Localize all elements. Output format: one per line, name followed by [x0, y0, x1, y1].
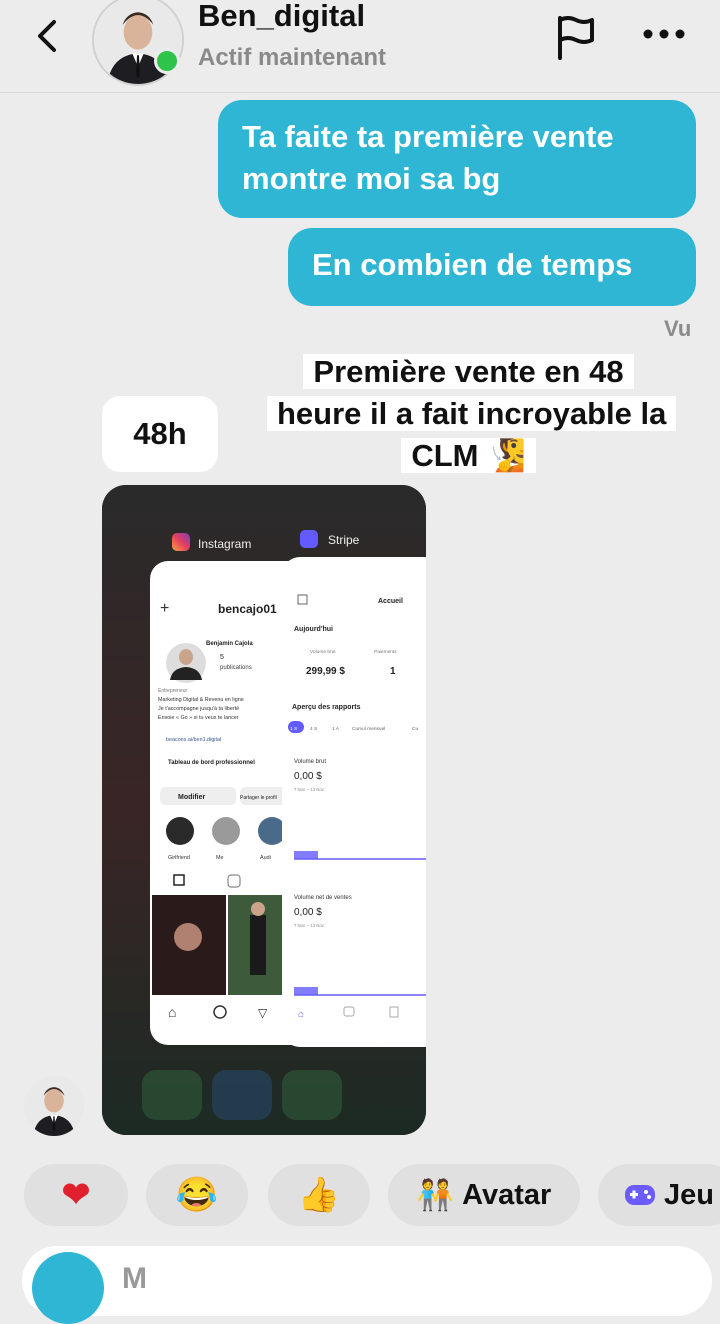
camera-icon[interactable] [32, 1252, 104, 1324]
received-image[interactable]: Instagram Stripe + bencajo01 Benjamin Ca… [102, 485, 426, 1135]
stripe-payments-value: 1 [390, 666, 396, 677]
ig-bio-line: Je t'accompagne jusqu'à ta liberté [158, 706, 239, 712]
stripe-reports-title: Aperçu des rapports [292, 704, 361, 711]
games-label: Jeu [664, 1178, 714, 1211]
ig-dashboard: Tableau de bord professionnel [168, 760, 255, 766]
instagram-app-label: Instagram [198, 537, 251, 551]
ig-highlight [166, 817, 194, 845]
svg-text:Cumul mensuel: Cumul mensuel [352, 726, 385, 732]
stripe-app-icon [300, 530, 318, 548]
svg-text:▽: ▽ [258, 1006, 268, 1020]
sent-message[interactable]: Ta faite ta première vente montre moi sa… [218, 100, 696, 218]
svg-text:Modifier: Modifier [178, 794, 205, 801]
back-arrow-icon[interactable] [28, 14, 68, 58]
quick-reply-games[interactable]: Jeu [598, 1164, 720, 1226]
ig-highlight [258, 817, 286, 845]
quick-reply-avatar[interactable]: 🧑‍🤝‍🧑 Avatar [388, 1164, 580, 1226]
ig-posts: 5 [220, 654, 224, 661]
svg-text:7 Nov. – 13 Nov.: 7 Nov. – 13 Nov. [294, 923, 325, 928]
sent-message[interactable]: En combien de temps [288, 228, 696, 306]
heart-icon: ❤ [61, 1176, 91, 1214]
quick-reply-laugh[interactable]: 😂 [146, 1164, 248, 1226]
ig-bio-line: Marketing Digital & Revenu en ligne [158, 697, 244, 703]
stripe-net-label: Volume net de ventes [294, 895, 352, 901]
online-status-dot [154, 48, 180, 74]
message-input[interactable]: M [122, 1262, 147, 1296]
more-options-icon[interactable] [640, 22, 688, 46]
flag-icon[interactable] [552, 12, 600, 62]
stripe-gross-value: 299,99 $ [306, 666, 345, 677]
svg-text:1 S: 1 S [290, 726, 297, 732]
svg-text:4 S: 4 S [310, 726, 317, 732]
quick-reply-thumbs-up[interactable]: 👍 [268, 1164, 370, 1226]
stripe-brut-label: Volume brut [294, 759, 326, 765]
instagram-app-icon [172, 533, 190, 551]
svg-text:1 A: 1 A [332, 726, 340, 732]
ig-bio-line: Entrepreneur [158, 688, 188, 694]
ig-username: bencajo01 [218, 602, 277, 616]
avatar-emoji-icon: 🧑‍🤝‍🧑 [416, 1178, 455, 1212]
stripe-gross-label: Volume brut [310, 649, 336, 655]
thumbs-up-icon: 👍 [297, 1176, 341, 1214]
ig-link: beacons.ai/ben1.digital [166, 737, 221, 743]
seen-indicator: Vu [664, 316, 692, 341]
received-message[interactable]: 48h [102, 396, 218, 472]
stripe-app-label: Stripe [328, 533, 360, 547]
contact-status: Actif maintenant [198, 44, 387, 71]
laughing-emoji-icon: 😂 [175, 1176, 219, 1214]
ig-name: Benjamin Cajola [206, 641, 253, 647]
ig-highlight [212, 817, 240, 845]
stripe-brut-value: 0,00 $ [294, 771, 322, 782]
svg-text:⌂: ⌂ [298, 1009, 304, 1020]
stripe-title: Accueil [378, 598, 403, 605]
svg-text:7 Nov. – 13 Nov.: 7 Nov. – 13 Nov. [294, 787, 325, 792]
ig-highlight-label: Girlfriend [168, 855, 190, 861]
contact-name[interactable]: Ben_digital [198, 0, 365, 34]
svg-text:Cu: Cu [412, 726, 418, 732]
sender-photo [24, 1076, 84, 1136]
stripe-payments-label: Paiements [374, 649, 397, 655]
stripe-net-value: 0,00 $ [294, 907, 322, 918]
ig-bio-line: Envoie « Go » si tu veux te lancer [158, 715, 239, 721]
svg-text:+: + [160, 600, 169, 617]
app-switcher-screenshot: Instagram Stripe + bencajo01 Benjamin Ca… [102, 485, 426, 1135]
ig-posts-label: publications [220, 665, 252, 671]
quick-reply-heart[interactable]: ❤ [24, 1164, 128, 1226]
stripe-today: Aujourd'hui [294, 626, 333, 633]
svg-text:⌂: ⌂ [168, 1004, 176, 1020]
ig-highlight-label: Audi [260, 855, 271, 861]
sender-avatar[interactable] [24, 1076, 84, 1136]
video-caption-overlay: Première vente en 48 heure il a fait inc… [267, 351, 677, 477]
ig-highlight-label: Me [216, 855, 224, 861]
game-controller-icon [625, 1185, 655, 1205]
svg-text:Partager le profil: Partager le profil [240, 795, 277, 801]
caption-text: Première vente en 48 heure il a fait inc… [267, 354, 677, 473]
avatar-label: Avatar [462, 1178, 552, 1211]
